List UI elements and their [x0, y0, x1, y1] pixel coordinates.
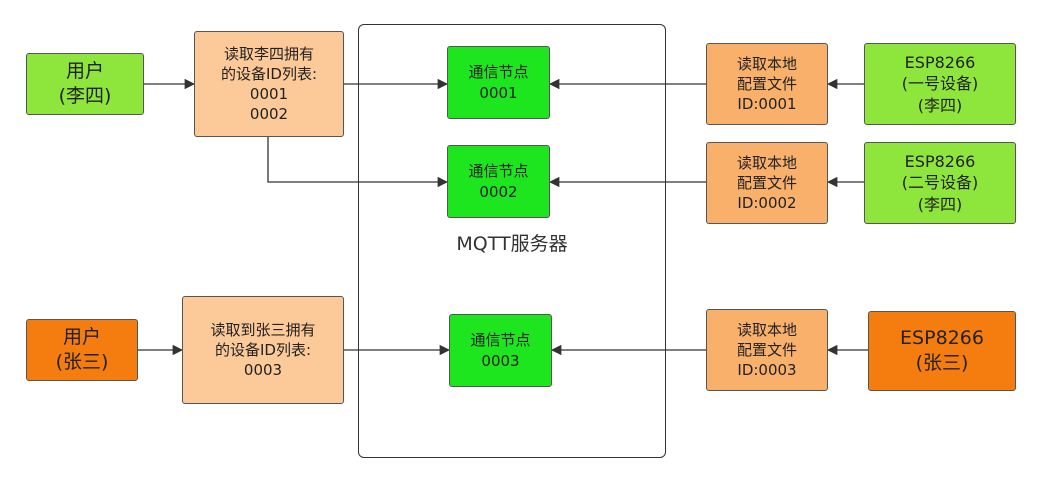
user-lisi-line-1: 用户 — [65, 60, 104, 83]
config-file-0003-box: 读取本地 配置文件 ID:0003 — [706, 309, 828, 391]
config-file-0003-line-1: 读取本地 — [736, 320, 797, 339]
mqtt-node-0003: 通信节点 0003 — [449, 314, 552, 387]
device-esp8266-1-line-2: (一号设备) — [901, 74, 979, 94]
user-zhangsan-line-2: (张三) — [55, 351, 109, 373]
device-esp8266-3-line-1: ESP8266 — [900, 327, 984, 350]
device-esp8266-3-line-2: (张三) — [915, 352, 969, 374]
config-file-0002-line-2: 配置文件 — [736, 173, 797, 192]
device-list-zhangsan-line-2: 的设备ID列表: — [214, 340, 312, 359]
mqtt-node-0002: 通信节点 0002 — [447, 145, 550, 218]
connector-list-to-node-0002 — [267, 137, 449, 188]
config-file-0002-line-1: 读取本地 — [736, 153, 797, 172]
config-file-0002-box: 读取本地 配置文件 ID:0002 — [706, 142, 828, 224]
device-list-zhangsan-line-1: 读取到张三拥有 — [210, 320, 316, 339]
user-zhangsan-line-1: 用户 — [62, 326, 101, 349]
config-file-0001-line-2: 配置文件 — [736, 74, 797, 93]
device-esp8266-2-line-2: (二号设备) — [901, 173, 979, 193]
user-lisi-box: 用户 (李四) — [26, 53, 144, 115]
mqtt-node-0003-line-2: 0003 — [481, 351, 520, 370]
config-file-0001-line-3: ID:0001 — [737, 95, 797, 114]
config-file-0003-line-3: ID:0003 — [737, 361, 797, 380]
mqtt-node-0001-line-2: 0001 — [479, 83, 518, 102]
device-list-zhangsan-box: 读取到张三拥有 的设备ID列表: 0003 — [182, 296, 344, 404]
config-file-0001-box: 读取本地 配置文件 ID:0001 — [706, 43, 828, 125]
mqtt-node-0002-line-1: 通信节点 — [468, 161, 529, 180]
config-file-0001-line-1: 读取本地 — [736, 54, 797, 73]
device-esp8266-1-line-1: ESP8266 — [904, 52, 976, 72]
mqtt-node-0002-line-2: 0002 — [479, 182, 518, 201]
device-list-lisi-line-3: 0001 — [249, 85, 289, 103]
mqtt-node-0003-line-1: 通信节点 — [470, 330, 531, 349]
device-list-lisi-line-2: 的设备ID列表: — [220, 64, 318, 83]
diagram-canvas: MQTT服务器 用户 (李四) 用户 (张三) 读取李四拥有 的设备ID列表: … — [0, 0, 1042, 484]
device-list-zhangsan-line-3: 0003 — [243, 361, 283, 380]
device-list-lisi-box: 读取李四拥有 的设备ID列表: 0001 0002 — [194, 31, 344, 137]
device-list-lisi-line-4: 0002 — [249, 105, 289, 124]
device-esp8266-2-box: ESP8266 (二号设备) (李四) — [864, 142, 1016, 224]
mqtt-node-0001: 通信节点 0001 — [447, 46, 550, 119]
device-esp8266-1-box: ESP8266 (一号设备) (李四) — [864, 43, 1016, 125]
device-list-lisi-line-1: 读取李四拥有 — [223, 44, 314, 63]
user-zhangsan-box: 用户 (张三) — [26, 319, 138, 381]
config-file-0002-line-3: ID:0002 — [737, 194, 797, 213]
device-esp8266-2-line-1: ESP8266 — [904, 151, 976, 171]
mqtt-node-0001-line-1: 通信节点 — [468, 62, 529, 81]
device-esp8266-2-line-3: (李四) — [917, 194, 963, 214]
device-esp8266-3-box: ESP8266 (张三) — [868, 311, 1016, 391]
config-file-0003-line-2: 配置文件 — [736, 340, 797, 359]
device-esp8266-1-line-3: (李四) — [917, 95, 963, 115]
user-lisi-line-2: (李四) — [58, 85, 112, 107]
